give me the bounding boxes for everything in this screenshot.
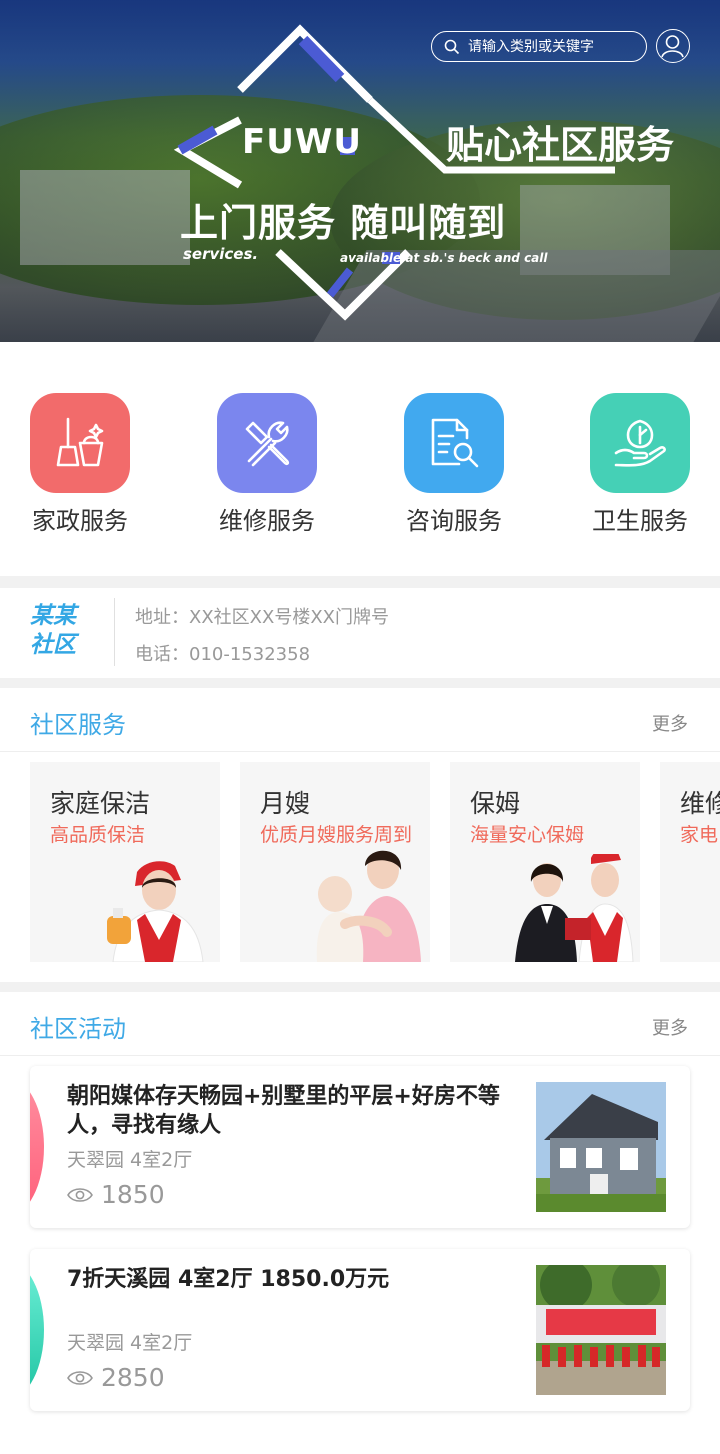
section-title: 社区服务: [30, 711, 126, 739]
services-section: 社区服务 更多 家庭保洁 高品质保洁 月嫂 优质月嫂服务周到 保姆 海量安心保姆…: [0, 688, 720, 982]
card-title: 保姆: [470, 789, 521, 818]
community-logo-line2: 社区: [30, 632, 76, 658]
community-logo-line1: 某某: [30, 603, 76, 629]
more-link[interactable]: 更多: [652, 1014, 688, 1040]
eye-icon: [67, 1187, 93, 1202]
service-cards: 家庭保洁 高品质保洁 月嫂 优质月嫂服务周到 保姆 海量安心保姆 维修 家电: [0, 752, 720, 978]
eye-icon: [67, 1370, 93, 1385]
activities-section: 社区活动 更多 朝阳媒体存天畅园+别墅里的平层+好房不等人，寻找有缘人 天翠园 …: [0, 992, 720, 1454]
service-card-repair[interactable]: 维修 家电: [660, 762, 720, 962]
community-phone[interactable]: 电话：010-1532358: [135, 640, 310, 666]
view-count: 2850: [67, 1363, 165, 1392]
activity-item[interactable]: 7折天溪园 4室2厅 1850.0万元 天翠园 4室2厅 2850: [30, 1249, 690, 1411]
search-bar[interactable]: [431, 31, 647, 62]
card-subtitle: 家电: [680, 824, 719, 846]
banner-headline: 贴心社区服务: [446, 123, 675, 167]
activity-item[interactable]: 朝阳媒体存天畅园+别墅里的平层+好房不等人，寻找有缘人 天翠园 4室2厅 185…: [30, 1066, 690, 1228]
maternity-nurse-photo: [316, 850, 421, 962]
activity-title: 7折天溪园 4室2厅 1850.0万元: [67, 1267, 390, 1292]
broom-bucket-icon: [30, 393, 130, 493]
card-title: 维修: [680, 789, 720, 818]
hand-leaf-icon: [590, 393, 690, 493]
community-address: 地址：XX社区XX号楼XX门牌号: [135, 607, 389, 628]
quick-item-label: 维修服务: [219, 507, 315, 535]
banner-subheadline: 上门服务 随叫随到: [180, 201, 507, 245]
search-icon: [444, 39, 460, 54]
community-logo: 某某 社区: [30, 602, 76, 660]
accent-stripe: [30, 1078, 44, 1216]
house-thumbnail: [536, 1082, 666, 1212]
quick-services: 家政服务 维修服务 咨询服务 卫生服务: [0, 342, 720, 576]
quick-item-label: 卫生服务: [592, 507, 688, 535]
card-subtitle: 海量安心保姆: [470, 824, 585, 846]
service-card-housemaid[interactable]: 保姆 海量安心保姆: [450, 762, 640, 962]
activity-subtitle: 天翠园 4室2厅: [67, 1332, 193, 1354]
community-info: 某某 社区 地址：XX社区XX号楼XX门牌号 电话：010-1532358: [0, 588, 720, 678]
view-count-value: 2850: [101, 1363, 165, 1392]
search-input[interactable]: [468, 38, 638, 55]
quick-item-repair[interactable]: 维修服务: [217, 393, 317, 536]
user-icon: [661, 35, 684, 58]
quick-item-label: 咨询服务: [406, 507, 502, 535]
services-header: 社区服务 更多: [0, 688, 720, 752]
quick-item-hygiene[interactable]: 卫生服务: [590, 393, 690, 536]
banner-en-right: available at sb.'s beck and call: [340, 251, 548, 265]
more-link[interactable]: 更多: [652, 710, 688, 736]
card-title: 月嫂: [260, 789, 311, 818]
view-count: 1850: [67, 1180, 165, 1209]
activity-title: 朝阳媒体存天畅园+别墅里的平层+好房不等人，寻找有缘人: [67, 1084, 500, 1138]
hero-banner: FUWU 贴心社区服务 上门服务 随叫随到 services. availabl…: [0, 0, 720, 342]
accent-stripe: [30, 1261, 44, 1399]
activities-header: 社区活动 更多: [0, 992, 720, 1056]
service-card-nanny[interactable]: 月嫂 优质月嫂服务周到: [240, 762, 430, 962]
service-card-cleaning[interactable]: 家庭保洁 高品质保洁: [30, 762, 220, 962]
tools-icon: [217, 393, 317, 493]
activity-subtitle: 天翠园 4室2厅: [67, 1149, 193, 1171]
housemaid-photo: [515, 854, 634, 962]
card-subtitle: 高品质保洁: [50, 824, 146, 846]
cleaner-photo: [107, 861, 204, 962]
user-profile-button[interactable]: [656, 29, 690, 63]
dance-event-thumbnail: [536, 1265, 666, 1395]
card-title: 家庭保洁: [50, 789, 151, 818]
quick-item-housekeeping[interactable]: 家政服务: [30, 393, 130, 536]
banner-logo-text: FUWU: [242, 122, 362, 162]
document-search-icon: [404, 393, 504, 493]
section-title: 社区活动: [30, 1015, 126, 1043]
banner-en-left: services.: [183, 245, 259, 263]
divider: [114, 598, 115, 666]
quick-item-consulting[interactable]: 咨询服务: [404, 393, 504, 536]
view-count-value: 1850: [101, 1180, 165, 1209]
quick-item-label: 家政服务: [32, 507, 128, 535]
